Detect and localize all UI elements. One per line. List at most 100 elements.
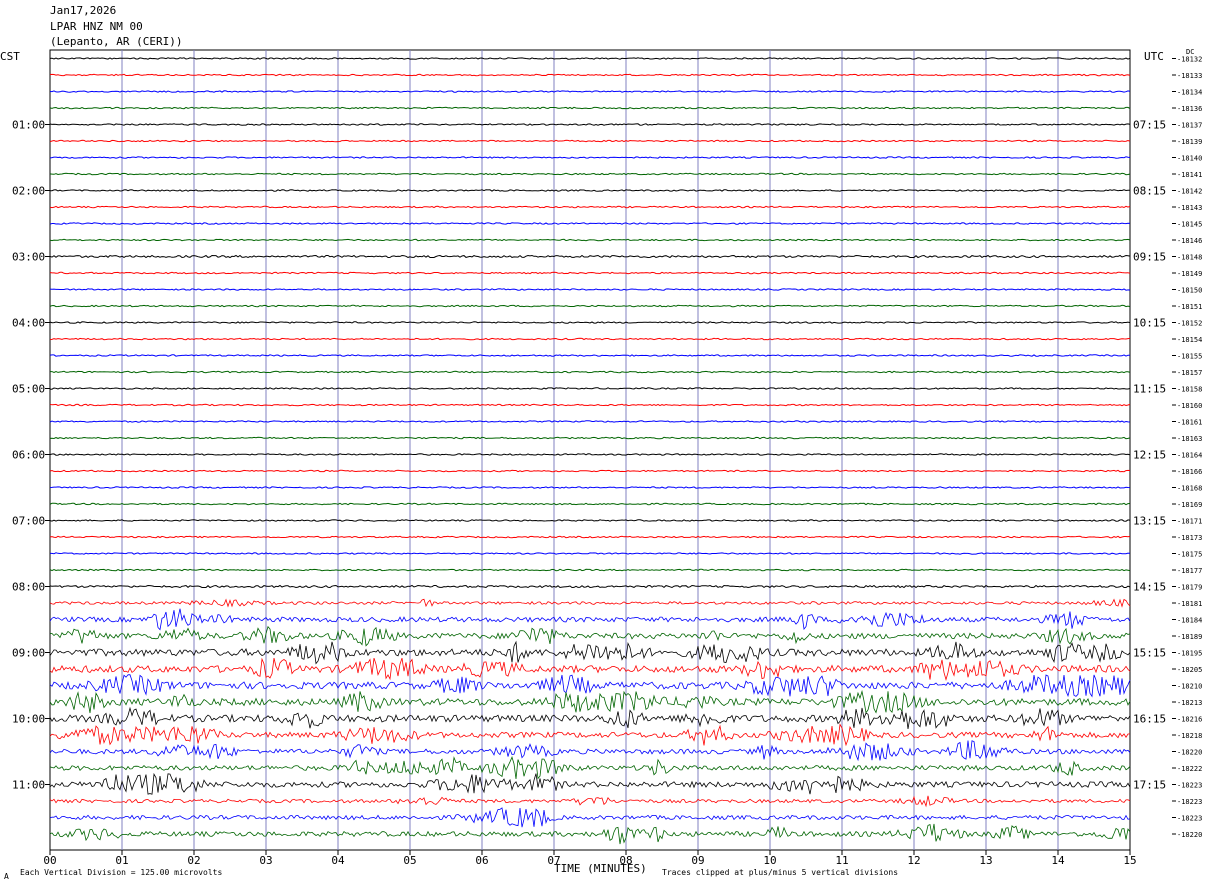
seismic-trace [49,172,1131,176]
dc-offset-label: -18146 [1177,237,1202,245]
dc-offset-label: -18137 [1177,122,1202,130]
left-hour-label: 09:00 [12,647,45,660]
x-tick-label: 00 [43,854,56,867]
dc-offset-label: -18163 [1177,435,1202,443]
right-hour-label: 16:15 [1133,713,1166,726]
dc-offset-label: -18222 [1177,765,1202,773]
x-tick-label: 02 [187,854,200,867]
x-tick-label: 04 [331,854,345,867]
seismic-trace [49,156,1131,159]
dc-offset-label: -18140 [1177,155,1202,163]
seismic-trace [49,403,1131,407]
seismic-trace [49,519,1131,522]
dc-offset-label: -18148 [1177,254,1202,262]
x-tick-label: 10 [763,854,776,867]
left-hour-label: 10:00 [12,713,45,726]
dc-offset-label: -18145 [1177,221,1202,229]
seismic-trace [49,436,1131,440]
left-hour-label: 03:00 [12,251,45,264]
seismic-trace [49,90,1131,93]
right-hour-label: 08:15 [1133,185,1166,198]
seismic-trace [49,823,1131,845]
dc-offset-label: -18164 [1177,452,1202,460]
right-hour-label: 09:15 [1133,251,1166,264]
seismic-trace [49,469,1131,473]
dc-offset-label: -18142 [1177,188,1202,196]
dc-offset-label: -18223 [1177,798,1202,806]
dc-offset-label: -18157 [1177,369,1202,377]
x-tick-label: 05 [403,854,416,867]
dc-offset-label: -18134 [1177,89,1202,97]
left-hour-label: 04:00 [12,317,45,330]
seismic-trace [49,756,1131,780]
traces [49,57,1131,845]
seismic-trace [49,304,1131,308]
left-hour-label: 02:00 [12,185,45,198]
seismic-trace [50,370,1131,374]
x-tick-label: 11 [835,854,848,867]
seismic-trace [50,189,1130,192]
dc-offset-label: -18132 [1177,56,1202,64]
dc-offset-label: -18152 [1177,320,1202,328]
dc-offset-label: -18223 [1177,815,1202,823]
axis-labels: 00 01 02 03 04 05 06 07 08 09 10 11 12 13 14 15-18132-1… [12,56,1202,868]
seismic-trace [49,486,1131,489]
seismic-trace [49,254,1131,259]
seismic-trace [49,740,1131,762]
right-hour-label: 14:15 [1133,581,1166,594]
seismic-trace [49,807,1131,828]
seismic-trace [49,73,1131,77]
dc-offset-label: -18149 [1177,270,1202,278]
dc-offset-label: -18160 [1177,402,1202,410]
seismic-trace [49,420,1131,423]
dc-offset-label: -18175 [1177,551,1202,559]
footer-corner-mark: A [4,872,9,881]
x-tick-label: 06 [475,854,488,867]
footer-clip: Traces clipped at plus/minus 5 vertical … [662,868,899,877]
dc-offset-label: -18139 [1177,138,1202,146]
seismic-trace [49,222,1131,225]
dc-offset-label: -18213 [1177,699,1202,707]
dc-offset-label: -18173 [1177,534,1202,542]
seismic-trace [49,453,1131,456]
dc-offset-label: -18171 [1177,518,1202,526]
seismic-trace [49,321,1131,324]
dc-offset-label: -18166 [1177,468,1202,476]
seismic-trace [49,288,1131,291]
plot-frame [49,49,1131,851]
x-tick-label: 14 [1051,854,1065,867]
dc-offset-label: -18141 [1177,171,1202,179]
seismic-trace [49,598,1131,608]
x-tick-label: 03 [259,854,272,867]
seismic-trace [49,354,1130,357]
seismic-trace [49,123,1131,126]
dc-offset-label: -18161 [1177,419,1202,427]
dc-offset-label: -18168 [1177,485,1202,493]
seismic-trace [49,57,1131,60]
seismic-trace [49,657,1131,681]
dc-offset-label: -18220 [1177,831,1202,839]
x-tick-label: 13 [979,854,992,867]
left-hour-label: 05:00 [12,383,45,396]
dc-offset-label: -18218 [1177,732,1202,740]
dc-offset-label: -18184 [1177,617,1202,625]
seismic-trace [49,640,1131,665]
dc-offset-label: -18179 [1177,584,1202,592]
dc-offset-label: -18177 [1177,567,1202,575]
dc-offset-label: -18195 [1177,650,1202,658]
seismic-trace [49,106,1131,110]
seismic-trace [49,271,1131,275]
right-hour-label: 17:15 [1133,779,1166,792]
dc-offset-label: -18205 [1177,666,1202,674]
seismic-trace [49,387,1131,390]
helicorder-chart: 00 01 02 03 04 05 06 07 08 09 10 11 12 13 14 15-18132-1… [12,49,1202,868]
dc-offset-label: -18150 [1177,287,1202,295]
seismic-trace [49,689,1131,714]
dc-offset-label: -18155 [1177,353,1202,361]
seismic-trace [49,568,1131,572]
left-hour-label: 07:00 [12,515,45,528]
x-tick-label: 01 [115,854,128,867]
dc-offset-label: -18223 [1177,782,1202,790]
dc-offset-label: -18216 [1177,716,1202,724]
seismic-trace [50,552,1131,555]
